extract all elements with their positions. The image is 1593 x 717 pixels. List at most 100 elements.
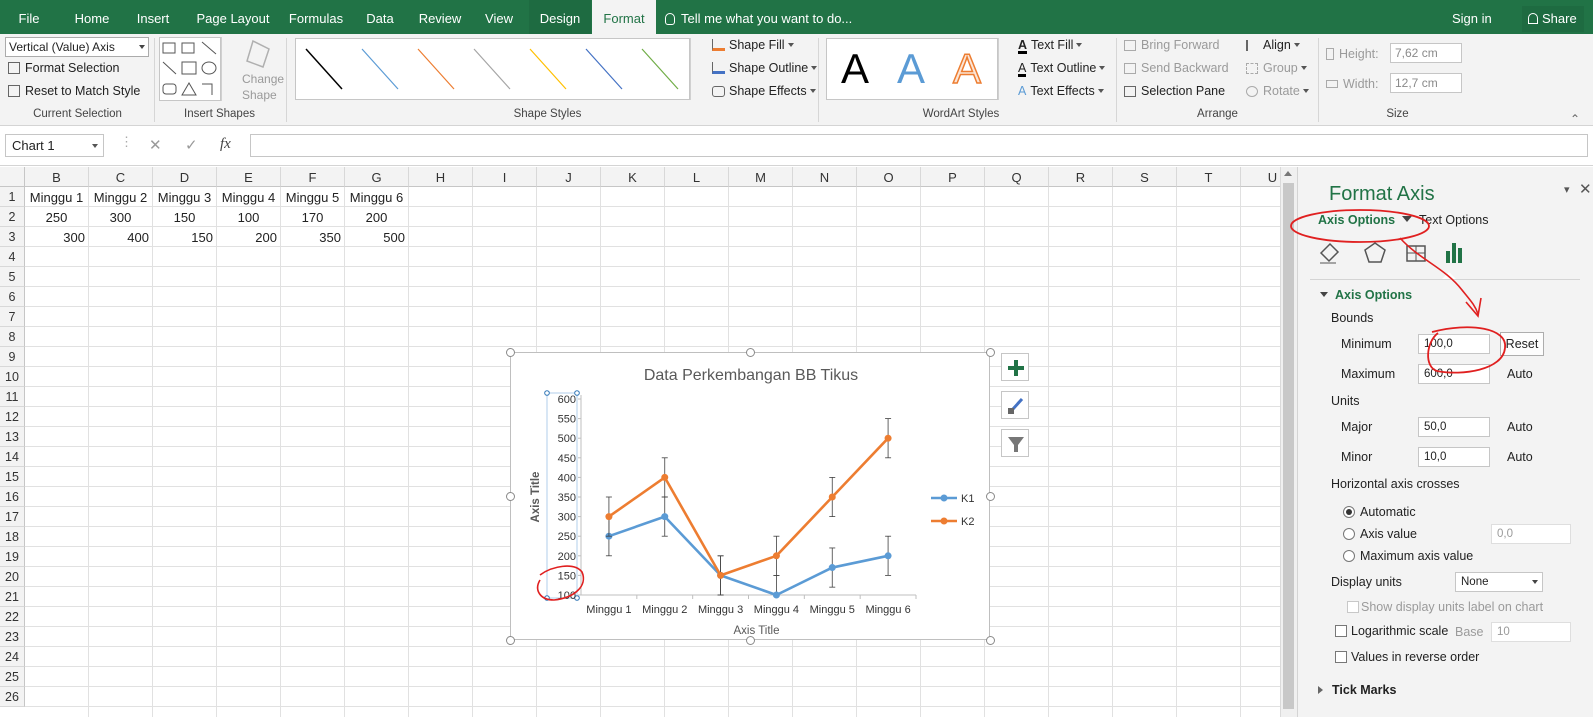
minimum-input[interactable]: 100,0 xyxy=(1418,334,1490,354)
column-header[interactable]: I xyxy=(473,167,537,187)
cell[interactable]: 250 xyxy=(25,207,88,227)
row-header[interactable]: 17 xyxy=(0,507,25,527)
change-shape-label-2[interactable]: Shape xyxy=(242,88,277,102)
text-outline-button[interactable]: A Text Outline xyxy=(1018,61,1106,77)
row-header[interactable]: 14 xyxy=(0,447,25,467)
wordart-scroll[interactable] xyxy=(998,38,1010,100)
tab-design[interactable]: Design xyxy=(529,0,591,34)
cell[interactable]: 300 xyxy=(89,207,152,227)
column-header[interactable]: M xyxy=(729,167,793,187)
enter-icon[interactable]: ✓ xyxy=(185,136,198,154)
resize-handle[interactable] xyxy=(506,636,515,645)
collapse-ribbon-icon[interactable]: ⌃ xyxy=(1570,112,1580,126)
chart-area[interactable]: Data Perkembangan BB Tikus 600 550 500 450 40… xyxy=(510,352,990,640)
column-header[interactable]: S xyxy=(1113,167,1177,187)
minor-input[interactable]: 10,0 xyxy=(1418,447,1490,467)
row-header[interactable]: 19 xyxy=(0,547,25,567)
row-header[interactable]: 22 xyxy=(0,607,25,627)
row-header[interactable]: 13 xyxy=(0,427,25,447)
chart-filters-button[interactable] xyxy=(1001,429,1029,457)
column-header[interactable]: G xyxy=(345,167,409,187)
column-header[interactable]: U xyxy=(1241,167,1280,187)
tell-me-search[interactable]: Tell me what you want to do... xyxy=(665,0,852,34)
resize-handle[interactable] xyxy=(506,492,515,501)
column-header[interactable]: Q xyxy=(985,167,1049,187)
width-input[interactable]: 12,7 cm xyxy=(1390,73,1462,93)
reverse-order-checkbox[interactable] xyxy=(1335,651,1347,663)
row-header[interactable]: 18 xyxy=(0,527,25,547)
share-button[interactable]: Share xyxy=(1522,6,1584,32)
row-header[interactable]: 8 xyxy=(0,327,25,347)
row-header[interactable]: 26 xyxy=(0,687,25,707)
select-all-corner[interactable] xyxy=(0,167,25,187)
log-scale-checkbox[interactable] xyxy=(1335,625,1347,637)
cell[interactable]: 350 xyxy=(281,227,344,247)
tab-formulas[interactable]: Formulas xyxy=(288,0,344,34)
column-header[interactable]: P xyxy=(921,167,985,187)
cell[interactable]: 170 xyxy=(281,207,344,227)
text-effects-button[interactable]: A Text Effects xyxy=(1018,84,1104,98)
tab-insert[interactable]: Insert xyxy=(133,0,173,34)
shape-styles-gallery[interactable] xyxy=(295,38,690,100)
cell[interactable]: Minggu 2 xyxy=(89,187,152,207)
shapes-gallery[interactable] xyxy=(159,37,221,101)
shape-effects-button[interactable]: Shape Effects xyxy=(712,84,816,98)
column-header[interactable]: L xyxy=(665,167,729,187)
tab-text-options[interactable]: Text Options xyxy=(1419,213,1488,227)
sign-in-link[interactable]: Sign in xyxy=(1452,0,1492,38)
cell[interactable]: Minggu 4 xyxy=(217,187,280,207)
tab-axis-options[interactable]: Axis Options xyxy=(1318,213,1413,227)
close-icon[interactable]: ✕ xyxy=(1579,180,1592,198)
automatic-radio[interactable] xyxy=(1343,506,1355,518)
row-header[interactable]: 2 xyxy=(0,207,25,227)
shapes-gallery-scroll[interactable] xyxy=(221,37,233,101)
show-units-label-checkbox[interactable] xyxy=(1347,601,1359,613)
chart-styles-button[interactable] xyxy=(1001,391,1029,419)
insert-function-icon[interactable]: fx xyxy=(220,136,231,153)
resize-handle[interactable] xyxy=(746,636,755,645)
axis-value-radio[interactable] xyxy=(1343,528,1355,540)
cell[interactable]: 300 xyxy=(25,227,88,247)
row-header[interactable]: 25 xyxy=(0,667,25,687)
row-header[interactable]: 6 xyxy=(0,287,25,307)
text-fill-button[interactable]: A Text Fill xyxy=(1018,38,1083,54)
base-input[interactable]: 10 xyxy=(1491,622,1571,642)
change-shape-label-1[interactable]: Change xyxy=(242,72,284,86)
cell[interactable]: Minggu 5 xyxy=(281,187,344,207)
maximum-input[interactable]: 600,0 xyxy=(1418,364,1490,384)
section-axis-options[interactable]: Axis Options xyxy=(1320,288,1412,302)
tab-file[interactable]: File xyxy=(14,0,44,34)
display-units-select[interactable]: None xyxy=(1455,572,1543,592)
column-header[interactable]: E xyxy=(217,167,281,187)
row-header[interactable]: 7 xyxy=(0,307,25,327)
resize-handle[interactable] xyxy=(986,636,995,645)
cell[interactable]: 200 xyxy=(345,207,408,227)
cell[interactable]: 500 xyxy=(345,227,408,247)
column-header[interactable]: H xyxy=(409,167,473,187)
row-header[interactable]: 12 xyxy=(0,407,25,427)
cancel-icon[interactable]: ✕ xyxy=(149,136,162,154)
align-button[interactable]: Align xyxy=(1246,38,1300,52)
chart-elements-button[interactable] xyxy=(1001,353,1029,381)
scroll-up-icon[interactable] xyxy=(1284,171,1292,176)
cell[interactable]: Minggu 6 xyxy=(345,187,408,207)
tab-review[interactable]: Review xyxy=(418,0,462,34)
vertical-scrollbar[interactable] xyxy=(1280,167,1297,717)
selection-pane-button[interactable]: Selection Pane xyxy=(1124,84,1225,98)
resize-handle[interactable] xyxy=(986,492,995,501)
row-header[interactable]: 5 xyxy=(0,267,25,287)
column-header[interactable]: J xyxy=(537,167,601,187)
row-header[interactable]: 10 xyxy=(0,367,25,387)
resize-handle[interactable] xyxy=(986,348,995,357)
send-backward-button[interactable]: Send Backward xyxy=(1124,61,1229,75)
chart-svg[interactable]: Data Perkembangan BB Tikus 600 550 500 450 40… xyxy=(511,353,991,641)
row-header[interactable]: 3 xyxy=(0,227,25,247)
height-input[interactable]: 7,62 cm xyxy=(1390,43,1462,63)
scroll-thumb[interactable] xyxy=(1283,183,1294,709)
minimum-reset-button[interactable]: Reset xyxy=(1500,332,1544,356)
resize-handle[interactable] xyxy=(746,348,755,357)
cell[interactable]: 100 xyxy=(217,207,280,227)
column-header[interactable]: B xyxy=(25,167,89,187)
chart-elements-select[interactable]: Vertical (Value) Axis xyxy=(5,37,149,57)
shape-outline-button[interactable]: Shape Outline xyxy=(712,61,818,75)
